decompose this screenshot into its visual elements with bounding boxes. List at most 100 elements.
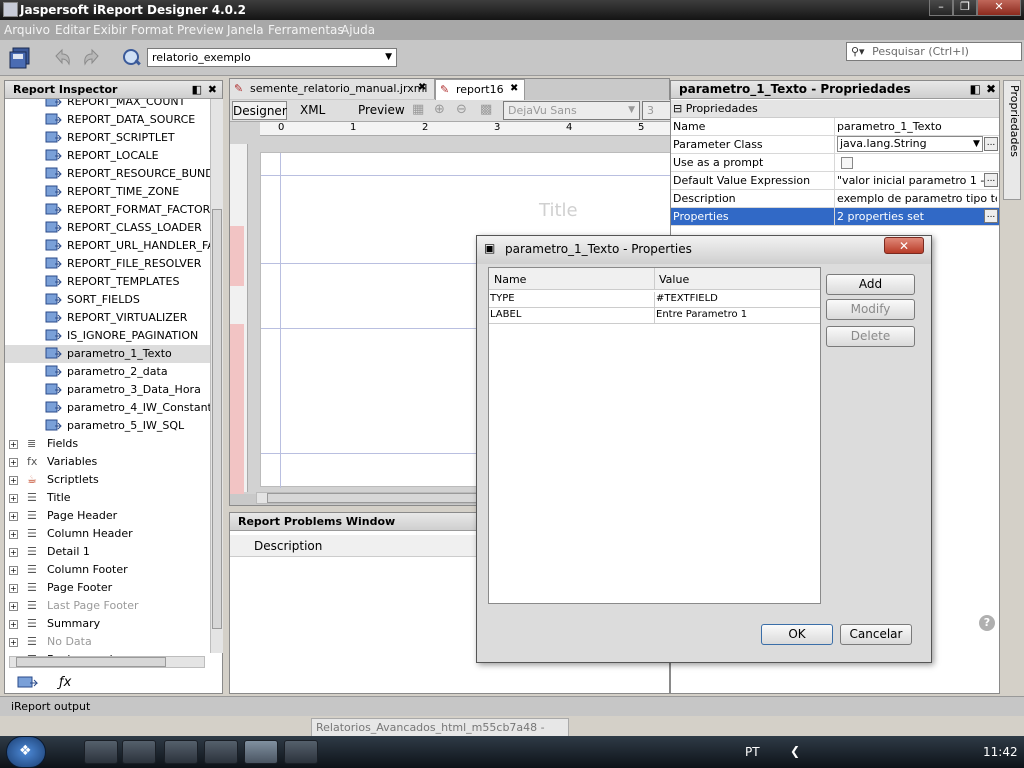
- tree-item-parameter[interactable]: parametro_5_IW_SQL: [5, 417, 210, 435]
- tree-item-parameter[interactable]: parametro_3_Data_Hora: [5, 381, 210, 399]
- menu-ferramentas[interactable]: Ferramentas: [268, 23, 344, 37]
- taskbar-app-pdf[interactable]: [122, 740, 156, 764]
- menu-janela[interactable]: Janela: [227, 23, 264, 37]
- tree-section-last-page-footer[interactable]: + ☰ Last Page Footer: [5, 597, 210, 615]
- minimize-panel-icon[interactable]: ◧: [970, 81, 981, 98]
- value-column-header[interactable]: Value: [659, 273, 689, 286]
- close-tab-icon[interactable]: ✖: [418, 82, 426, 93]
- zoom-in-icon[interactable]: ⊕: [434, 102, 445, 117]
- redo-icon[interactable]: [80, 46, 104, 70]
- layout-icon[interactable]: ▩: [480, 102, 492, 117]
- ok-button[interactable]: OK: [761, 624, 833, 645]
- tree-section-detail-1[interactable]: + ☰ Detail 1: [5, 543, 210, 561]
- edit-ellipsis-button[interactable]: ...: [984, 209, 998, 223]
- expand-icon[interactable]: +: [9, 512, 18, 521]
- expand-icon[interactable]: +: [9, 458, 18, 467]
- modify-button[interactable]: Modify: [826, 299, 915, 320]
- inspector-horizontal-scrollbar[interactable]: [9, 656, 205, 668]
- tree-item-parameter[interactable]: REPORT_DATA_SOURCE: [5, 111, 210, 129]
- properties-group-header[interactable]: ⊟ Propriedades: [671, 100, 999, 118]
- table-row[interactable]: LABEL Entre Parametro 1: [489, 308, 820, 324]
- close-tab-icon[interactable]: ✖: [510, 83, 518, 94]
- tab-semente-relatorio[interactable]: ✎ semente_relatorio_manual.jrxml ✖: [230, 79, 435, 99]
- tree-item-parameter[interactable]: REPORT_CLASS_LOADER: [5, 219, 210, 237]
- tab-report16[interactable]: ✎ report16 ✖: [435, 79, 525, 101]
- close-window-button[interactable]: ✕: [977, 0, 1021, 16]
- start-button[interactable]: ❖: [6, 736, 46, 768]
- edit-ellipsis-button[interactable]: ...: [984, 173, 998, 187]
- edit-ellipsis-button[interactable]: ...: [984, 137, 998, 151]
- tree-item-parameter[interactable]: parametro_1_Texto: [5, 345, 210, 363]
- preview-tab[interactable]: Preview: [358, 103, 405, 117]
- menu-preview[interactable]: Preview: [177, 23, 224, 37]
- property-row[interactable]: Default Value Expression "valor inicial p…: [671, 172, 999, 190]
- tree-section-scriptlets[interactable]: + ☕ Scriptlets: [5, 471, 210, 489]
- ireport-output-tab[interactable]: iReport output: [11, 700, 90, 713]
- report-run-icon[interactable]: [120, 46, 144, 70]
- undo-icon[interactable]: [50, 46, 74, 70]
- expression-fx-icon[interactable]: ƒx: [59, 675, 71, 690]
- tree-item-parameter[interactable]: REPORT_TIME_ZONE: [5, 183, 210, 201]
- tree-section-title[interactable]: + ☰ Title: [5, 489, 210, 507]
- close-panel-icon[interactable]: ✖: [986, 81, 996, 98]
- table-row[interactable]: TYPE #TEXTFIELD: [489, 292, 820, 308]
- cancel-button[interactable]: Cancelar: [840, 624, 912, 645]
- maximize-button[interactable]: ❐: [953, 0, 977, 16]
- property-row[interactable]: Properties 2 properties set...: [671, 208, 999, 226]
- delete-button[interactable]: Delete: [826, 326, 915, 347]
- property-row[interactable]: Use as a prompt: [671, 154, 999, 172]
- expand-icon[interactable]: +: [9, 548, 18, 557]
- chevron-down-icon[interactable]: ▼: [973, 136, 980, 153]
- save-all-icon[interactable]: [8, 46, 32, 70]
- dialog-close-button[interactable]: ✕: [884, 237, 924, 254]
- tree-item-parameter[interactable]: REPORT_RESOURCE_BUNDLE: [5, 165, 210, 183]
- tree-section-fields[interactable]: + ≣ Fields: [5, 435, 210, 453]
- font-combo[interactable]: DejaVu Sans ▼: [503, 101, 640, 120]
- tray-chevron-icon[interactable]: ❮: [790, 744, 800, 758]
- name-column-header[interactable]: Name: [494, 273, 526, 286]
- tree-section-page-header[interactable]: + ☰ Page Header: [5, 507, 210, 525]
- taskbar-app-chrome[interactable]: [204, 740, 238, 764]
- tree-item-parameter[interactable]: REPORT_SCRIPTLET: [5, 129, 210, 147]
- taskbar-app-paint[interactable]: [284, 740, 318, 764]
- expand-icon[interactable]: +: [9, 494, 18, 503]
- menu-ajuda[interactable]: Ajuda: [341, 23, 375, 37]
- menu-format[interactable]: Format: [131, 23, 173, 37]
- canvas-horizontal-scrollbar[interactable]: [256, 492, 500, 504]
- tree-section-summary[interactable]: + ☰ Summary: [5, 615, 210, 633]
- designer-tab[interactable]: Designer: [232, 101, 287, 120]
- tree-item-parameter[interactable]: SORT_FIELDS: [5, 291, 210, 309]
- inspector-hscroll-thumb[interactable]: [16, 657, 166, 667]
- menu-exibir[interactable]: Exibir: [93, 23, 127, 37]
- clock[interactable]: 11:42: [983, 745, 1018, 759]
- report-combo[interactable]: relatorio_exemplo ▼: [147, 48, 397, 67]
- expand-icon[interactable]: +: [9, 566, 18, 575]
- align-icon[interactable]: ▦: [412, 102, 424, 117]
- expand-icon[interactable]: +: [9, 530, 18, 539]
- menu-arquivo[interactable]: Arquivo: [4, 23, 50, 37]
- minimize-panel-icon[interactable]: ◧: [192, 81, 202, 98]
- tree-item-parameter[interactable]: REPORT_MAX_COUNT: [5, 99, 210, 111]
- property-row[interactable]: Parameter Class java.lang.String ▼...: [671, 136, 999, 154]
- property-row[interactable]: Description exemplo de parametro tipo tex…: [671, 190, 999, 208]
- use-as-prompt-checkbox[interactable]: [841, 157, 853, 169]
- tree-item-parameter[interactable]: REPORT_TEMPLATES: [5, 273, 210, 291]
- description-column-header[interactable]: Description: [254, 539, 322, 553]
- menu-editar[interactable]: Editar: [55, 23, 91, 37]
- parameters-icon[interactable]: [17, 675, 39, 691]
- help-icon[interactable]: ?: [979, 615, 995, 631]
- tree-item-parameter[interactable]: REPORT_LOCALE: [5, 147, 210, 165]
- zoom-out-icon[interactable]: ⊖: [456, 102, 467, 117]
- tree-item-parameter[interactable]: IS_IGNORE_PAGINATION: [5, 327, 210, 345]
- tree-item-parameter[interactable]: parametro_2_data: [5, 363, 210, 381]
- expand-icon[interactable]: +: [9, 620, 18, 629]
- tree-item-parameter[interactable]: REPORT_URL_HANDLER_FACTORY: [5, 237, 210, 255]
- tree-item-parameter[interactable]: REPORT_FILE_RESOLVER: [5, 255, 210, 273]
- taskbar-app-calendar[interactable]: [164, 740, 198, 764]
- expand-icon[interactable]: +: [9, 440, 18, 449]
- tree-section-no-data[interactable]: + ☰ No Data: [5, 633, 210, 651]
- search-input[interactable]: ⚲▾ Pesquisar (Ctrl+I): [846, 42, 1022, 61]
- canvas-hscroll-thumb[interactable]: [267, 493, 487, 503]
- tree-section-column-footer[interactable]: + ☰ Column Footer: [5, 561, 210, 579]
- properties-side-tab[interactable]: Propriedades: [1003, 80, 1021, 200]
